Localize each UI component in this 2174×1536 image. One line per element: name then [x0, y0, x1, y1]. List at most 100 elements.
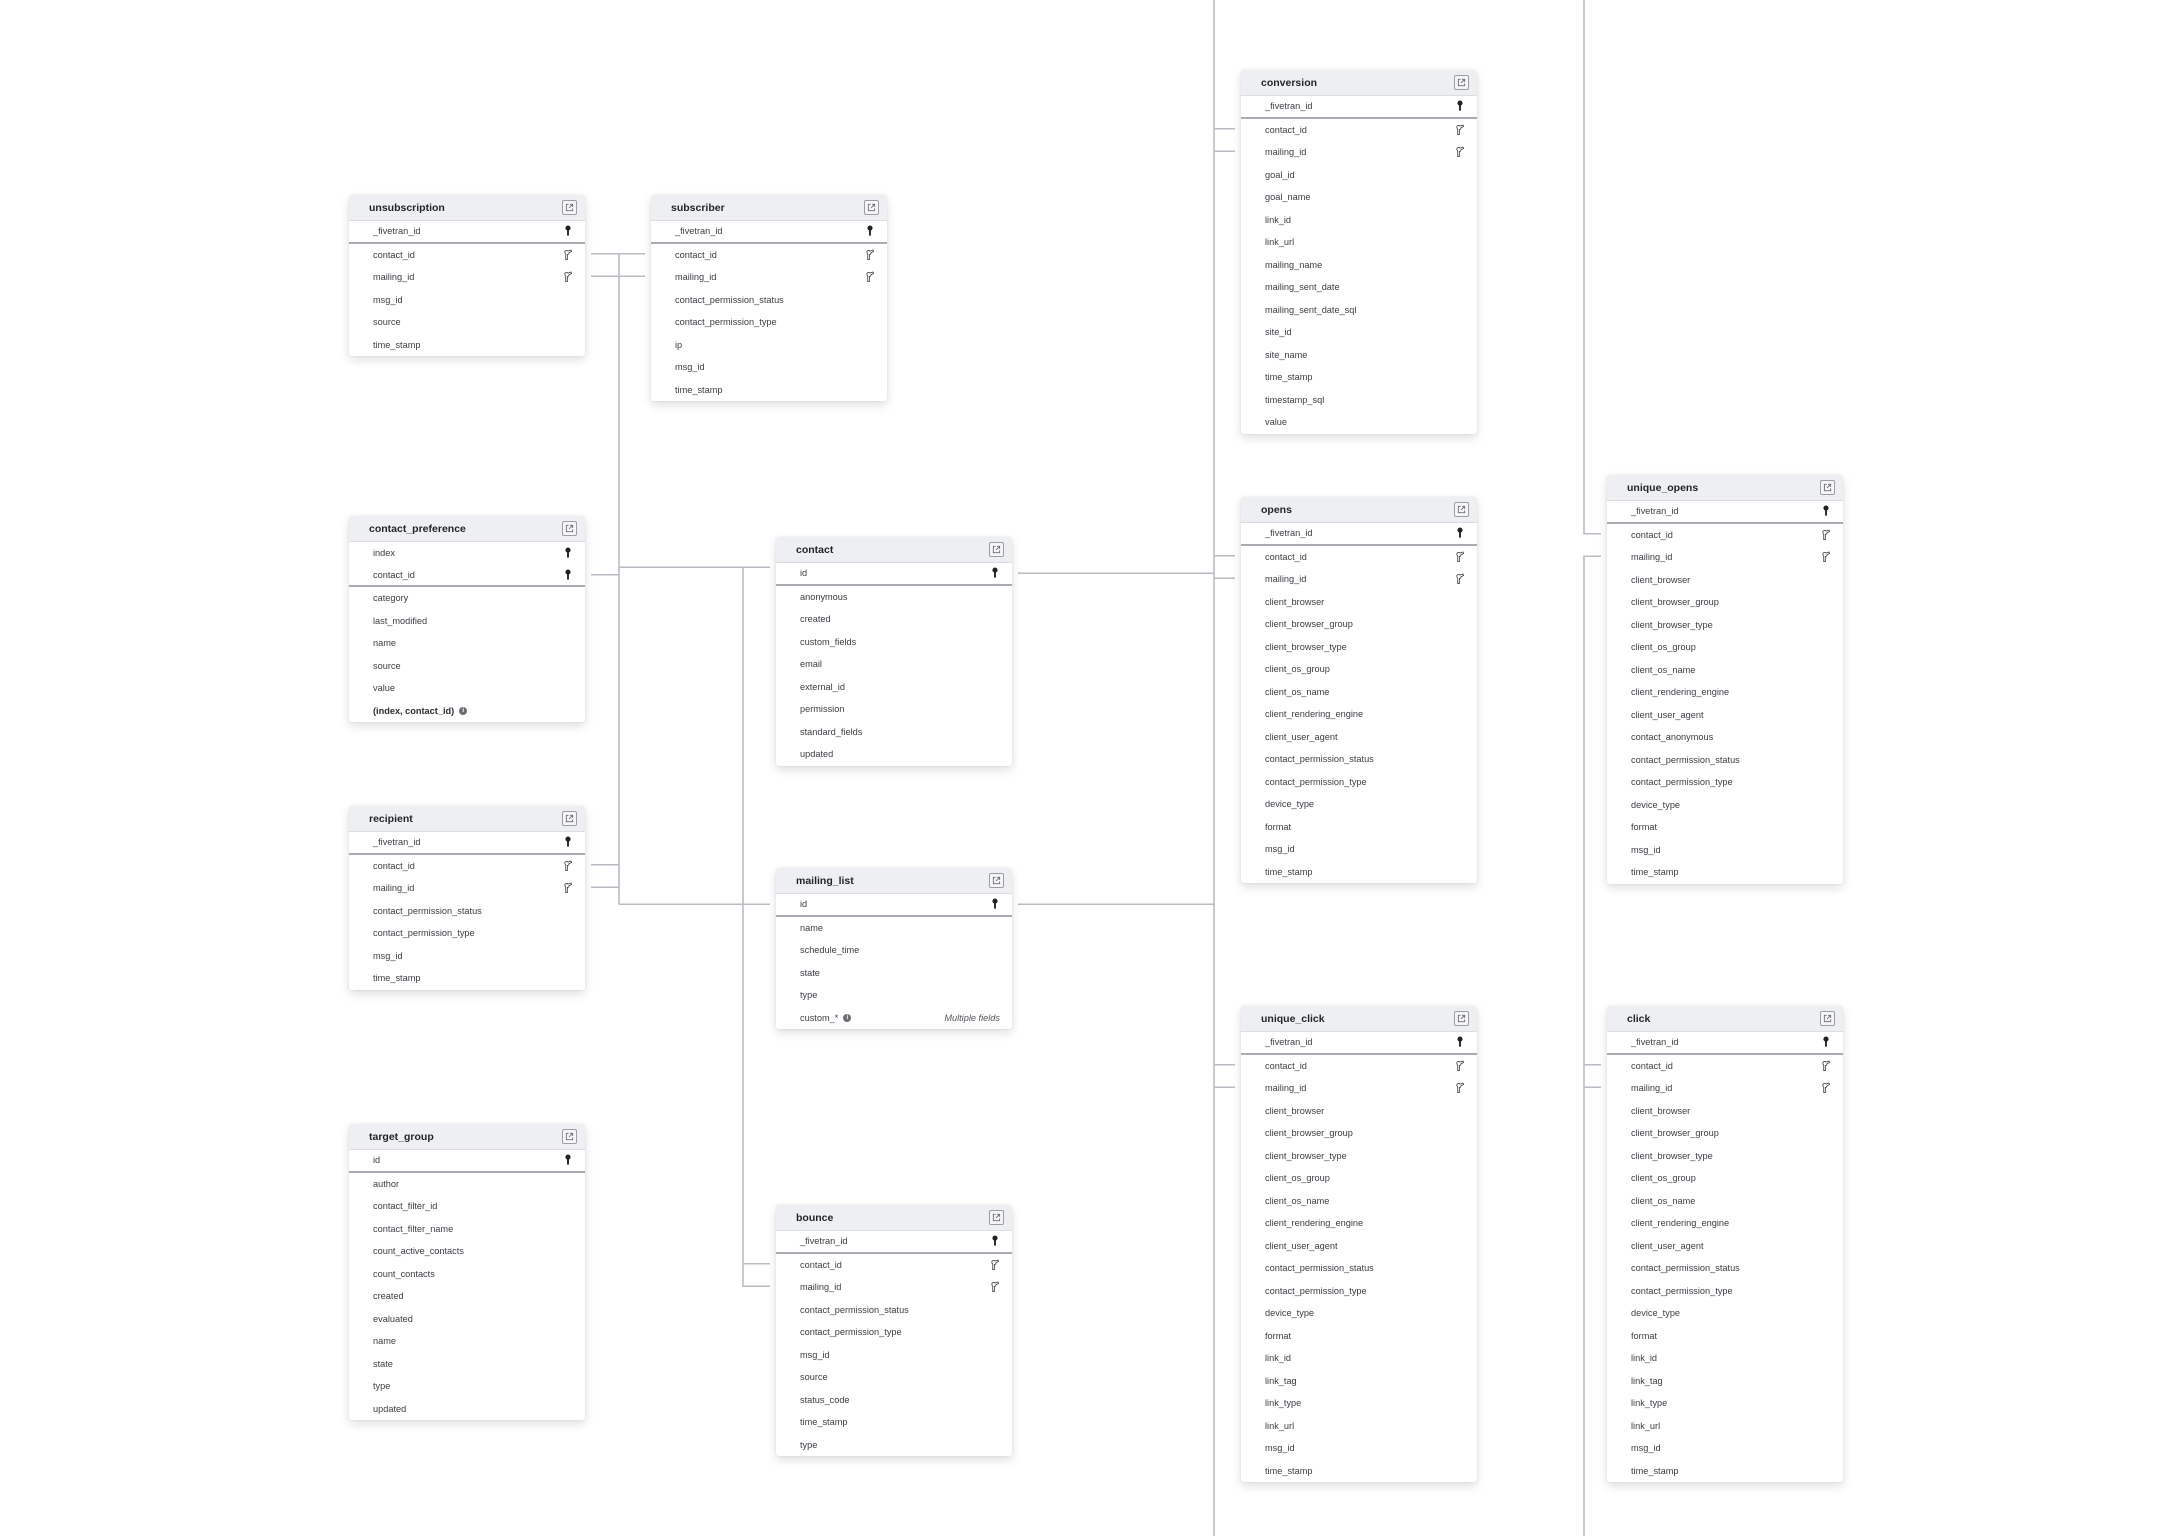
table-unique_click[interactable]: unique_click _fivetran_id contact_id mailin… — [1241, 1006, 1477, 1482]
column-row: link_type — [1607, 1392, 1843, 1415]
external-link-icon[interactable] — [1820, 1011, 1835, 1026]
column-row: mailing_id — [1241, 568, 1477, 591]
column-row: msg_id — [776, 1344, 1012, 1367]
column-row: mailing_id — [1607, 1077, 1843, 1100]
column-name: _fivetran_id — [1265, 101, 1313, 112]
column-row: value — [349, 677, 585, 700]
column-row: link_tag — [1607, 1370, 1843, 1393]
external-link-icon[interactable] — [562, 1129, 577, 1144]
table-recipient[interactable]: recipient _fivetran_id contact_id mailing_i… — [349, 806, 585, 990]
info-icon[interactable]: i — [459, 706, 468, 715]
table-unique_opens[interactable]: unique_opens _fivetran_id contact_id mailin… — [1607, 475, 1843, 884]
table-name: click — [1627, 1012, 1651, 1025]
table-header[interactable]: bounce — [776, 1205, 1012, 1231]
table-click[interactable]: click _fivetran_id contact_id mailing_id cli… — [1607, 1006, 1843, 1482]
foreign-key-icon — [563, 271, 573, 283]
column-name: created — [800, 614, 831, 625]
external-link-icon[interactable] — [1454, 1011, 1469, 1026]
key-icon — [865, 225, 875, 237]
column-row: client_rendering_engine — [1241, 1212, 1477, 1235]
column-row: client_os_group — [1241, 1167, 1477, 1190]
external-link-icon[interactable] — [989, 1210, 1004, 1225]
table-name: subscriber — [671, 201, 725, 214]
info-icon[interactable]: i — [843, 1013, 852, 1022]
table-contact_preference[interactable]: contact_preference index contact_id categor… — [349, 516, 585, 722]
column-name: device_type — [1631, 1308, 1681, 1319]
table-header[interactable]: recipient — [349, 806, 585, 832]
column-name: client_browser_type — [1265, 641, 1347, 652]
table-opens[interactable]: opens _fivetran_id contact_id mailing_id cli… — [1241, 497, 1477, 883]
column-name: client_user_agent — [1631, 1240, 1704, 1251]
table-target_group[interactable]: target_group id author contact_filter_id con… — [349, 1124, 585, 1420]
external-link-icon[interactable] — [1454, 502, 1469, 517]
column-name: link_type — [1265, 1398, 1302, 1409]
column-row: author — [349, 1173, 585, 1196]
column-name: time_stamp — [1265, 866, 1313, 877]
column-row: name — [776, 917, 1012, 940]
table-unsubscription[interactable]: unsubscription _fivetran_id contact_id mail… — [349, 195, 585, 356]
table-mailing_list[interactable]: mailing_list id name schedule_time state type… — [776, 868, 1012, 1029]
column-row: msg_id — [349, 945, 585, 968]
column-row: source — [349, 311, 585, 334]
column-name: device_type — [1265, 799, 1315, 810]
column-name: source — [373, 317, 401, 328]
column-row: contact_id — [1607, 1055, 1843, 1078]
table-header[interactable]: unique_click — [1241, 1006, 1477, 1032]
column-name: msg_id — [1631, 1443, 1661, 1454]
table-name: conversion — [1261, 76, 1318, 89]
column-row: contact_permission_type — [1241, 771, 1477, 794]
table-header[interactable]: unsubscription — [349, 195, 585, 221]
table-name: unsubscription — [369, 201, 445, 214]
column-name: link_tag — [1265, 1375, 1297, 1386]
key-icon — [563, 547, 573, 559]
external-link-icon[interactable] — [1454, 75, 1469, 90]
column-name: contact_permission_status — [675, 294, 784, 305]
column-row: time_stamp — [651, 379, 887, 402]
table-header[interactable]: opens — [1241, 497, 1477, 523]
column-row: ip — [651, 334, 887, 357]
column-name: msg_id — [800, 1349, 830, 1360]
column-name: last_modified — [373, 615, 428, 626]
table-header[interactable]: unique_opens — [1607, 475, 1843, 501]
external-link-icon[interactable] — [562, 811, 577, 826]
external-link-icon[interactable] — [989, 873, 1004, 888]
external-link-icon[interactable] — [1820, 480, 1835, 495]
column-row: _fivetran_id — [776, 1231, 1012, 1254]
column-row: updated — [349, 1398, 585, 1421]
table-header[interactable]: subscriber — [651, 195, 887, 221]
table-conversion[interactable]: conversion _fivetran_id contact_id mailing_… — [1241, 70, 1477, 434]
table-header[interactable]: conversion — [1241, 70, 1477, 96]
column-row: goal_name — [1241, 186, 1477, 209]
column-row: contact_permission_type — [349, 922, 585, 945]
table-header[interactable]: click — [1607, 1006, 1843, 1032]
external-link-icon[interactable] — [989, 542, 1004, 557]
column-row: contact_permission_status — [776, 1299, 1012, 1322]
column-name: id — [800, 568, 808, 579]
table-header[interactable]: contact — [776, 537, 1012, 563]
column-name: client_browser — [1265, 1105, 1325, 1116]
column-row: type — [776, 1434, 1012, 1457]
table-header[interactable]: target_group — [349, 1124, 585, 1150]
column-row: timestamp_sql — [1241, 389, 1477, 412]
table-bounce[interactable]: bounce _fivetran_id contact_id mailing_id co… — [776, 1205, 1012, 1456]
column-name: client_browser_type — [1631, 619, 1713, 630]
external-link-icon[interactable] — [864, 200, 879, 215]
column-name: ip — [675, 339, 683, 350]
external-link-icon[interactable] — [562, 521, 577, 536]
column-name: permission — [800, 704, 845, 715]
column-name: link_url — [1265, 1420, 1295, 1431]
table-contact[interactable]: contact id anonymous created custom_fields em… — [776, 537, 1012, 766]
column-row: client_browser — [1607, 569, 1843, 592]
external-link-icon[interactable] — [562, 200, 577, 215]
column-row: contact_permission_type — [1241, 1280, 1477, 1303]
column-name: id — [373, 1155, 381, 1166]
column-name: site_id — [1265, 327, 1292, 338]
column-row: mailing_name — [1241, 254, 1477, 277]
column-name: client_user_agent — [1631, 709, 1704, 720]
foreign-key-icon — [1455, 1060, 1465, 1072]
table-header[interactable]: contact_preference — [349, 516, 585, 542]
key-icon — [990, 1235, 1000, 1247]
key-icon — [1821, 505, 1831, 517]
table-header[interactable]: mailing_list — [776, 868, 1012, 894]
table-subscriber[interactable]: subscriber _fivetran_id contact_id mailing_… — [651, 195, 887, 401]
